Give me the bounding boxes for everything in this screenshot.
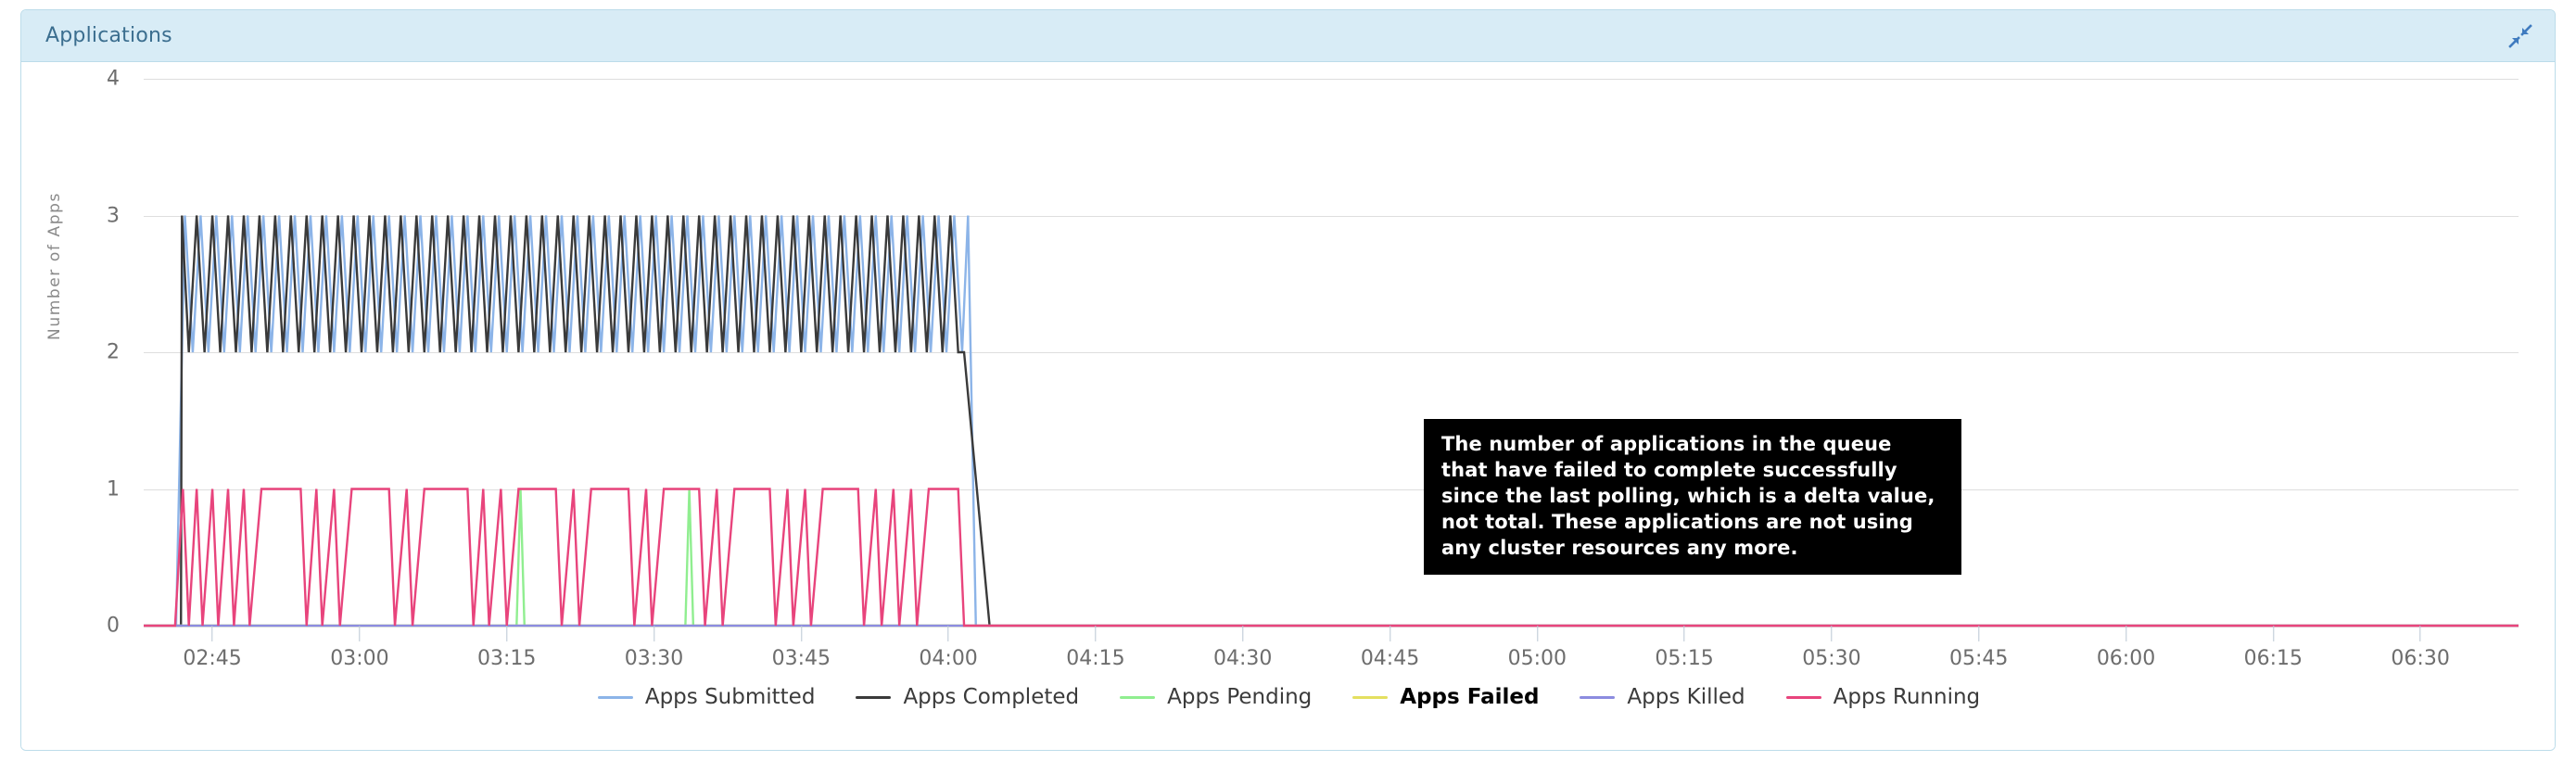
collapse-arrows-icon[interactable] [2506,22,2534,50]
x-tick-label: 02:45 [183,647,242,670]
x-tick-mark [1978,626,1980,641]
x-tick-label: 03:45 [771,647,831,670]
x-tick-mark [359,626,361,641]
plot-area [144,79,2519,628]
x-tick: 05:30 [1802,626,1861,670]
y-tick-label: 1 [107,477,120,501]
x-tick-mark [2272,626,2274,641]
x-tick-label: 06:15 [2243,647,2303,670]
legend-item-apps-failed[interactable]: Apps Failed [1352,685,1539,709]
x-tick-mark [211,626,213,641]
x-tick-mark [1683,626,1685,641]
series-line-apps-completed [144,215,2519,628]
x-tick-label: 04:30 [1213,647,1273,670]
x-tick: 03:00 [330,626,389,670]
legend-swatch-icon [597,695,633,699]
legend-item-apps-submitted[interactable]: Apps Submitted [597,685,816,709]
x-tick-mark [1536,626,1538,641]
legend-swatch-icon [1120,695,1156,699]
series-line-apps-running [144,488,2519,628]
x-tick-mark [1095,626,1097,641]
series-line-apps-submitted [144,215,2519,628]
x-tick: 03:45 [772,626,831,670]
x-tick-label: 05:00 [1507,647,1567,670]
x-tick: 06:00 [2097,626,2155,670]
x-tick-label: 03:15 [477,647,537,670]
x-tick: 03:30 [625,626,683,670]
panel-header: Applications [21,10,2555,62]
x-tick: 05:00 [1508,626,1567,670]
x-tick: 04:00 [919,626,978,670]
x-tick-label: 04:00 [919,647,978,670]
x-tick-label: 05:15 [1655,647,1714,670]
page-title: Applications [45,24,172,47]
legend-swatch-icon [1352,695,1389,699]
x-axis-ticks: 02:45 03:00 03:15 03:30 03:45 04:00 04:15 04:30… [144,626,2519,681]
legend-label: Apps Completed [903,685,1080,709]
legend-label: Apps Failed [1400,685,1540,709]
apps-failed-tooltip: The number of applications in the queue … [1424,419,1961,575]
x-tick-mark [506,626,508,641]
x-tick-mark [1242,626,1244,641]
legend-label: Apps Killed [1627,685,1745,709]
legend-label: Apps Running [1833,685,1981,709]
y-tick-label: 4 [107,67,120,91]
legend-item-apps-pending[interactable]: Apps Pending [1120,685,1312,709]
y-axis-ticks: 0 1 2 3 4 [64,62,120,750]
x-tick-label: 04:45 [1360,647,1420,670]
x-tick: 05:45 [1949,626,2008,670]
x-tick-label: 04:15 [1066,647,1125,670]
x-tick-label: 05:30 [1802,647,1861,670]
legend-swatch-icon [856,695,892,699]
y-tick-label: 2 [107,340,120,364]
x-tick-mark [800,626,802,641]
x-tick: 02:45 [183,626,242,670]
y-tick-label: 0 [107,614,120,638]
x-tick-label: 03:00 [330,647,389,670]
legend-label: Apps Pending [1167,685,1313,709]
x-tick: 05:15 [1655,626,1714,670]
x-tick-label: 06:30 [2391,647,2450,670]
x-tick: 06:15 [2244,626,2303,670]
series-lines [144,215,2519,628]
x-tick-mark [1831,626,1833,641]
legend-swatch-icon [1580,695,1616,699]
applications-panel: Applications Number of Apps 0 1 2 3 4 02:45 … [20,9,2556,751]
x-tick-label: 05:45 [1949,647,2009,670]
applications-chart: Number of Apps 0 1 2 3 4 02:45 03:00 03:15 03:3… [21,62,2555,750]
x-tick-label: 03:30 [624,647,684,670]
y-tick-label: 3 [107,204,120,227]
x-tick-label: 06:00 [2096,647,2156,670]
x-tick: 03:15 [477,626,536,670]
legend-item-apps-killed[interactable]: Apps Killed [1580,685,1745,709]
legend-label: Apps Submitted [644,685,816,709]
legend-swatch-icon [1785,695,1821,699]
y-axis-label: Number of Apps [45,192,64,340]
panel-body: Number of Apps 0 1 2 3 4 02:45 03:00 03:15 03:3… [21,62,2555,750]
x-tick: 04:45 [1361,626,1419,670]
x-tick: 04:15 [1066,626,1125,670]
screen: Applications Number of Apps 0 1 2 3 4 02:45 … [0,0,2576,774]
x-tick: 06:30 [2391,626,2450,670]
legend-item-apps-completed[interactable]: Apps Completed [856,685,1079,709]
legend-item-apps-running[interactable]: Apps Running [1785,685,1981,709]
x-tick-mark [947,626,949,641]
chart-legend: Apps Submitted Apps Completed Apps Pending… [21,685,2555,709]
x-tick-mark [2419,626,2421,641]
x-tick: 04:30 [1213,626,1272,670]
